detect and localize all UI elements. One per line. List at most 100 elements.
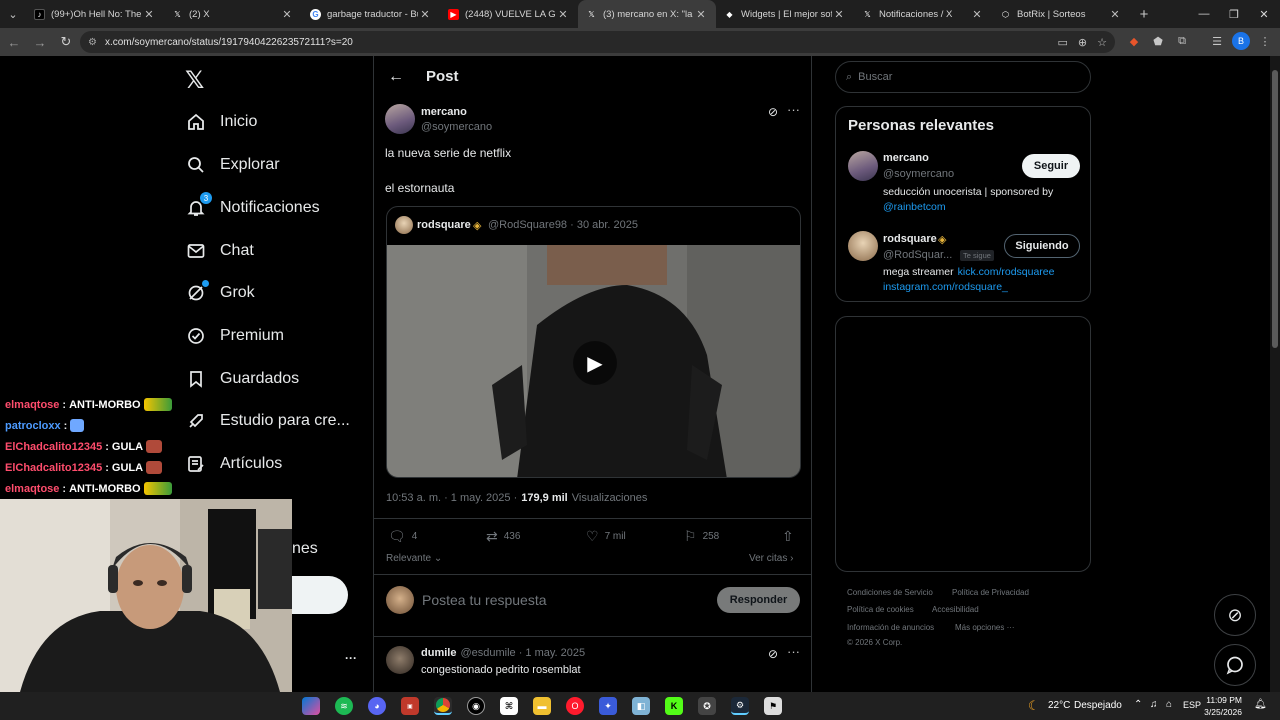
app-icon[interactable]: ✪: [698, 697, 716, 715]
sort-dropdown[interactable]: Relevante ⌄: [386, 553, 442, 564]
close-icon[interactable]: ✕: [142, 8, 156, 21]
messages-floating-icon[interactable]: [1214, 644, 1256, 686]
close-icon[interactable]: ✕: [556, 8, 570, 21]
volume-icon[interactable]: ♫: [1150, 699, 1158, 710]
footer-cookies[interactable]: Política de cookies: [847, 605, 914, 614]
new-tab-button[interactable]: +: [1130, 0, 1158, 28]
close-icon[interactable]: ✕: [832, 8, 846, 21]
video-editor-icon[interactable]: ▣: [401, 697, 419, 715]
sidebar-item-articulos[interactable]: Artículos: [186, 449, 282, 479]
extensions-puzzle-icon[interactable]: ⧉: [1173, 32, 1191, 50]
notifications-icon[interactable]: 🔔︎: [1254, 699, 1267, 710]
close-window-icon[interactable]: ✕: [1248, 0, 1280, 28]
scrollbar-thumb[interactable]: [1272, 70, 1278, 348]
install-icon[interactable]: ▭: [1058, 36, 1068, 49]
page-scrollbar[interactable]: [1270, 56, 1280, 692]
star-icon[interactable]: ☆: [1097, 36, 1107, 49]
sidebar-item-explorar[interactable]: Explorar: [186, 150, 280, 180]
capcut-icon[interactable]: ⌘: [500, 697, 518, 715]
post-button[interactable]: [292, 576, 348, 614]
more-options-icon[interactable]: ···: [787, 102, 800, 117]
person-avatar[interactable]: [848, 231, 878, 261]
reply-author-avatar[interactable]: [386, 646, 414, 674]
sidebar-item-grok[interactable]: Grok: [186, 278, 255, 308]
close-icon[interactable]: ✕: [694, 8, 708, 21]
extension-fox-icon[interactable]: ◆: [1125, 32, 1143, 50]
person-handle[interactable]: @soymercano: [883, 168, 954, 180]
post-timestamp[interactable]: 10:53 a. m. · 1 may. 2025 ·: [386, 492, 517, 504]
search-input[interactable]: ⌕ Buscar: [835, 61, 1091, 93]
clock-time[interactable]: 11:09 PM: [1206, 695, 1242, 705]
person-bio-link[interactable]: @rainbetcom: [883, 201, 946, 213]
sidebar-item-partial[interactable]: nes: [292, 534, 318, 564]
clock-date[interactable]: 3/25/2026: [1203, 707, 1242, 717]
opera-icon[interactable]: O: [566, 697, 584, 715]
sidebar-item-premium[interactable]: Premium: [186, 321, 284, 351]
reply-submit-button[interactable]: Responder: [717, 587, 800, 613]
footer-accessibility[interactable]: Accesibilidad: [932, 605, 979, 614]
minimize-icon[interactable]: —: [1188, 0, 1220, 28]
following-button[interactable]: Siguiendo: [1004, 234, 1080, 258]
close-icon[interactable]: ✕: [1108, 8, 1122, 21]
back-icon[interactable]: ←: [2, 30, 26, 54]
language-indicator[interactable]: ESP: [1183, 700, 1201, 710]
weather-temp[interactable]: 22°C: [1048, 700, 1070, 711]
address-bar[interactable]: ⚙ x.com/soymercano/status/19179404226235…: [80, 31, 1115, 53]
author-handle[interactable]: @soymercano: [421, 121, 492, 133]
share-button[interactable]: ⇧: [782, 528, 794, 545]
back-arrow-icon[interactable]: ←: [388, 68, 404, 86]
sidebar-item-inicio[interactable]: Inicio: [186, 107, 257, 137]
grok-explain-icon[interactable]: ⊘: [768, 105, 778, 119]
tab-7[interactable]: ⬡ BotRix | Sorteos ✕: [992, 0, 1130, 28]
weather-desc[interactable]: Despejado: [1074, 700, 1122, 711]
tab-1[interactable]: 𝕏 (2) X ✕: [164, 0, 302, 28]
person-bio-link[interactable]: kick.com/rodsquaree: [958, 266, 1055, 278]
close-icon[interactable]: ✕: [280, 8, 294, 21]
reply-input[interactable]: Postea tu respuesta: [422, 592, 547, 608]
app-icon[interactable]: ✦: [599, 697, 617, 715]
footer-terms[interactable]: Condiciones de Servicio: [847, 588, 933, 597]
profile-avatar[interactable]: B: [1232, 32, 1250, 50]
account-menu-icon[interactable]: ···: [345, 651, 357, 665]
video-player[interactable]: ▶: [387, 245, 800, 477]
x-logo-icon[interactable]: 𝕏: [185, 66, 204, 95]
steam-icon[interactable]: ⚙: [731, 697, 749, 715]
network-icon[interactable]: ⌂: [1166, 699, 1172, 710]
quoted-post[interactable]: rodsquare ◈ @RodSquare98 · 30 abr. 2025 …: [386, 206, 801, 478]
copilot-icon[interactable]: [302, 697, 320, 715]
site-info-icon[interactable]: ⚙: [88, 37, 97, 48]
extension-shield-icon[interactable]: ⬟: [1149, 32, 1167, 50]
restore-icon[interactable]: ❐: [1218, 0, 1250, 28]
grok-explain-icon[interactable]: ⊘: [768, 647, 778, 661]
author-name[interactable]: mercano: [421, 106, 467, 118]
tab-search-icon[interactable]: ⌄: [0, 0, 26, 28]
footer-privacy[interactable]: Política de Privacidad: [952, 588, 1029, 597]
follow-button[interactable]: Seguir: [1022, 154, 1080, 178]
person-handle[interactable]: @RodSquar...: [883, 249, 952, 261]
sidebar-item-estudio[interactable]: Estudio para cre...: [186, 406, 350, 436]
person-bio-link2[interactable]: instagram.com/rodsquare_: [883, 281, 1008, 293]
sidebar-item-chat[interactable]: Chat: [186, 236, 254, 266]
kick-icon[interactable]: K: [665, 697, 683, 715]
chrome-icon[interactable]: [434, 697, 452, 715]
obs-icon[interactable]: ◉: [467, 697, 485, 715]
grok-floating-icon[interactable]: ⊘: [1214, 594, 1256, 636]
play-icon[interactable]: ▶: [573, 341, 617, 385]
tab-0[interactable]: ♪ (99+)Oh Hell No: The Ulti✕: [26, 0, 164, 28]
sidebar-item-notificaciones[interactable]: 3 Notificaciones: [186, 192, 320, 223]
person-avatar[interactable]: [848, 151, 878, 181]
zoom-icon[interactable]: ⊕: [1078, 36, 1087, 49]
sidebar-item-guardados[interactable]: Guardados: [186, 364, 299, 394]
tab-4[interactable]: 𝕏 (3) mercano en X: "la nue✕: [578, 0, 716, 28]
spotify-icon[interactable]: ≋: [335, 697, 353, 715]
tab-3[interactable]: ▶ (2448) VUELVE LA GULA (✕: [440, 0, 578, 28]
like-button[interactable]: ♡ 7 mil: [586, 528, 626, 545]
repost-button[interactable]: ⇄ 436: [486, 528, 520, 545]
person-name[interactable]: mercano: [883, 152, 929, 164]
file-explorer-icon[interactable]: ▬: [533, 697, 551, 715]
app-icon[interactable]: ⚑: [764, 697, 782, 715]
footer-more-options[interactable]: Más opciones ···: [955, 623, 1015, 632]
author-avatar[interactable]: [385, 104, 415, 134]
more-options-icon[interactable]: ···: [787, 644, 800, 659]
tray-chevron-icon[interactable]: ⌃: [1134, 699, 1142, 710]
